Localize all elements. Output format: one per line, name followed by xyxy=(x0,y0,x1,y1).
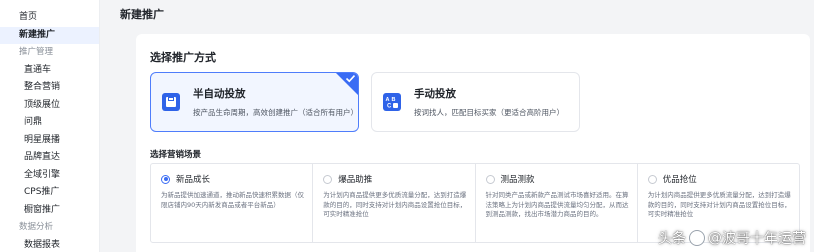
sidebar-item[interactable]: 整合营销 xyxy=(0,79,99,97)
check-icon xyxy=(345,75,356,83)
watermark: 头条 @ 波哥十年运营 xyxy=(658,228,806,248)
scene-desc: 为计划内商品提供更多优质流量分配，达到打造爆款的目的，同时支持对计划内商品设置抢… xyxy=(647,191,791,218)
watermark-prefix: 头条 xyxy=(658,231,686,247)
page-title: 新建推广 xyxy=(120,8,164,21)
sidebar-group-label: 数据分析 xyxy=(19,222,54,232)
watermark-at: @ xyxy=(708,230,722,246)
scene-name: 新品成长 xyxy=(176,175,211,185)
sidebar-item[interactable]: 橱窗推广 xyxy=(0,202,99,220)
scene-name: 爆品助推 xyxy=(338,175,373,185)
promotion-method-card: 选择推广方式 半自动投放 按产品生命周期，高效创建推广（适合所有用户） A B xyxy=(136,34,810,252)
sidebar-item[interactable]: 顶级展位 xyxy=(0,97,99,115)
sidebar-item[interactable]: 品牌直达 xyxy=(0,149,99,167)
sidebar: 首页 新建推广推广管理直通车 整合营销 顶级展位 问鼎 明星展播 品牌直达 全域引擎 CPS推广… xyxy=(0,0,100,252)
scene-desc: 针对同类产品或新款产品测试市场喜好适用。在算法策略上为计划内商品提供流量均匀分配… xyxy=(485,191,629,218)
scene-desc: 为计划内商品提供更多优质流量分配，达到打造爆款的目的，同时支持对计划内商品设置抢… xyxy=(323,191,467,218)
radio-icon[interactable] xyxy=(647,174,657,184)
svg-text:C: C xyxy=(387,104,392,110)
sidebar-item[interactable]: CPS推广 xyxy=(0,184,99,202)
main-area: 新建推广 选择推广方式 半自动投放 按产品生命周期，高效创建推广（适合所有用户）… xyxy=(101,0,814,252)
scene-option-new-product[interactable]: 新品成长 为新品提供加速通道，推动新品快速积累数据（仅限店铺内90天内新发商品或… xyxy=(151,164,312,242)
sidebar-item[interactable]: 新建推广 xyxy=(0,26,99,44)
scene-desc: 为新品提供加速通道，推动新品快速积累数据（仅限店铺内90天内新发商品或者平台新品… xyxy=(161,191,304,209)
mode-card-manual[interactable]: A B C 手动投放 按词找人，匹配目标买家（更适合高阶用户） xyxy=(371,72,580,132)
watermark-text: 波哥十年运营 xyxy=(722,231,806,247)
sidebar-item[interactable]: 全域引擎 xyxy=(0,167,99,185)
radio-icon[interactable] xyxy=(485,174,495,184)
sidebar-item[interactable]: 数据报表 xyxy=(0,237,99,252)
sidebar-item[interactable]: 直通车 xyxy=(0,62,99,80)
mode-desc: 按产品生命周期，高效创建推广（适合所有用户） xyxy=(193,108,358,117)
scene-option-hot-product[interactable]: 爆品助推 为计划内商品提供更多优质流量分配，达到打造爆款的目的，同时支持对计划内… xyxy=(312,164,474,242)
scene-option-test-product[interactable]: 测品测款 针对同类产品或新款产品测试市场喜好适用。在算法策略上为计划内商品提供流… xyxy=(474,164,637,242)
svg-text:B: B xyxy=(392,97,396,103)
scene-name: 优品抢位 xyxy=(662,175,697,185)
sidebar-group-label: 推广管理 xyxy=(19,47,54,57)
svg-text:A: A xyxy=(386,97,390,103)
radio-checked-icon[interactable] xyxy=(161,174,170,184)
mode-card-semi-auto[interactable]: 半自动投放 按产品生命周期，高效创建推广（适合所有用户） xyxy=(150,72,359,132)
abc-icon: A B C xyxy=(383,93,401,111)
scene-name: 测品测款 xyxy=(500,175,535,185)
mode-desc: 按词找人，匹配目标买家（更适合高阶用户） xyxy=(414,108,564,117)
avatar-icon xyxy=(689,230,705,246)
sidebar-item[interactable]: 明星展播 xyxy=(0,132,99,150)
mode-name: 手动投放 xyxy=(414,88,456,100)
radio-icon[interactable] xyxy=(323,174,333,184)
goal-section-title: 选择营销场景 xyxy=(150,150,202,160)
section-title: 选择推广方式 xyxy=(150,51,216,64)
sidebar-item[interactable]: 首页 xyxy=(0,9,99,27)
box-icon xyxy=(162,93,180,111)
mode-name: 半自动投放 xyxy=(193,88,246,100)
sidebar-item[interactable]: 问鼎 xyxy=(0,114,99,132)
